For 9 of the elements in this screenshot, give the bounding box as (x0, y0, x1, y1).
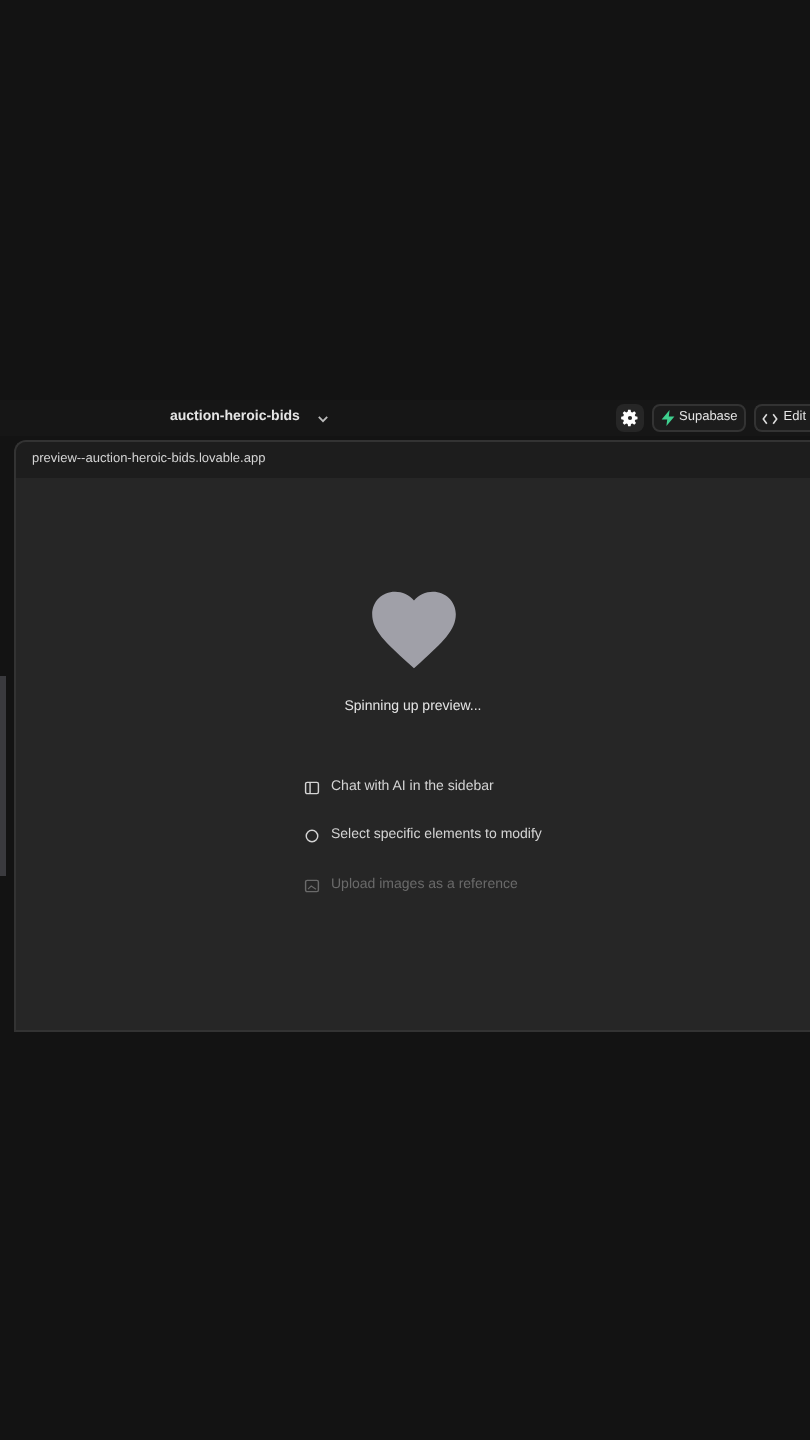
chevron-down-icon[interactable] (315, 411, 330, 425)
settings-icon (619, 408, 640, 428)
image-icon (303, 877, 319, 894)
heart-icon (369, 590, 457, 670)
code-icon (761, 411, 778, 425)
settings-button[interactable] (615, 404, 644, 432)
circle-icon (303, 828, 319, 845)
bolt-icon (659, 410, 676, 426)
sidebar-icon (303, 779, 319, 796)
